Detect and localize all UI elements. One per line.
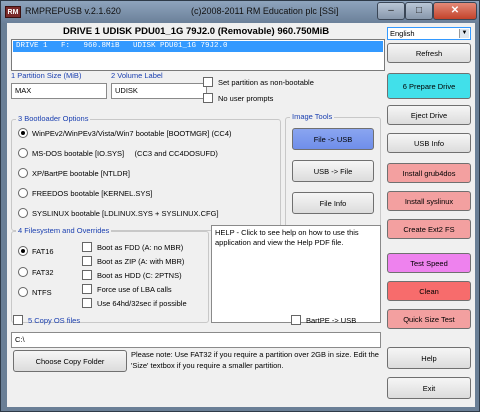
usb-to-file-button[interactable]: USB -> File bbox=[292, 160, 374, 182]
bootloader-group-label: 3 Bootloader Options bbox=[16, 114, 91, 123]
bootloader-option-label: MS-DOS bootable [IO.SYS] (CC3 and CC4DOS… bbox=[32, 148, 218, 158]
bartpe-label: BartPE -> USB bbox=[306, 315, 357, 325]
checkbox-box[interactable] bbox=[291, 315, 301, 325]
image-tools-group: Image Tools File -> USB USB -> File File… bbox=[285, 112, 381, 231]
file-info-button[interactable]: File Info bbox=[292, 192, 374, 214]
fs-option-fat16[interactable]: FAT16 bbox=[18, 246, 54, 256]
app-window: RM RMPREPUSB v.2.1.620 (c)2008-2011 RM E… bbox=[0, 0, 480, 412]
fat32-note: Please note: Use FAT32 if you require a … bbox=[131, 350, 379, 370]
title-bar[interactable]: RM RMPREPUSB v.2.1.620 (c)2008-2011 RM E… bbox=[1, 1, 479, 23]
chevron-down-icon[interactable]: ▼ bbox=[459, 29, 469, 38]
filesystem-group: 4 Filesystem and Overrides FAT16 FAT32 N… bbox=[11, 226, 209, 323]
fs-option-fat32[interactable]: FAT32 bbox=[18, 267, 54, 277]
override-label: Boot as HDD (C: 2PTNS) bbox=[97, 270, 182, 280]
test-speed-button[interactable]: Test Speed bbox=[387, 253, 471, 273]
bootloader-option-label: XP/BartPE bootable [NTLDR] bbox=[32, 168, 130, 178]
radio-button[interactable] bbox=[18, 188, 28, 198]
filesystem-group-label: 4 Filesystem and Overrides bbox=[16, 226, 112, 235]
radio-button[interactable] bbox=[18, 208, 28, 218]
maximize-icon[interactable]: □ bbox=[405, 2, 433, 20]
volume-label-input[interactable]: UDISK bbox=[111, 83, 207, 99]
copy-path-input[interactable]: C:\ bbox=[11, 332, 381, 348]
bartpe-checkbox[interactable]: BartPE -> USB bbox=[291, 315, 356, 325]
override-hdd-checkbox[interactable]: Boot as HDD (C: 2PTNS) bbox=[82, 270, 182, 280]
refresh-button[interactable]: Refresh bbox=[387, 43, 471, 63]
checkbox-box[interactable] bbox=[82, 242, 92, 252]
bootloader-group: 3 Bootloader Options WinPEv2/WinPEv3/Vis… bbox=[11, 114, 281, 231]
help-button[interactable]: Help bbox=[387, 347, 471, 369]
fs-option-label: FAT16 bbox=[32, 246, 54, 256]
override-label: Boot as ZIP (A: with MBR) bbox=[97, 256, 185, 266]
bootloader-option-freedos[interactable]: FREEDOS bootable [KERNEL.SYS] bbox=[18, 188, 152, 198]
partition-size-input[interactable]: MAX bbox=[11, 83, 107, 99]
non-bootable-checkbox[interactable]: Set partition as non-bootable bbox=[203, 77, 314, 87]
image-tools-label: Image Tools bbox=[290, 112, 335, 121]
client-area: DRIVE 1 UDISK PDU01_1G 79J2.0 (Removable… bbox=[7, 23, 475, 407]
file-to-usb-button[interactable]: File -> USB bbox=[292, 128, 374, 150]
language-value: English bbox=[390, 29, 415, 38]
radio-button[interactable] bbox=[18, 287, 28, 297]
install-grub4dos-button[interactable]: Install grub4dos bbox=[387, 163, 471, 183]
prepare-drive-button[interactable]: 6 Prepare Drive bbox=[387, 73, 471, 99]
override-label: Use 64hd/32sec if possible bbox=[97, 298, 187, 308]
partition-size-label: 1 Partition Size (MiB) bbox=[11, 71, 82, 80]
checkbox-box[interactable] bbox=[203, 77, 213, 87]
radio-button[interactable] bbox=[18, 168, 28, 178]
bootloader-option-label: FREEDOS bootable [KERNEL.SYS] bbox=[32, 188, 153, 198]
bootloader-option-label: WinPEv2/WinPEv3/Vista/Win7 bootable [BOO… bbox=[32, 128, 232, 138]
minimize-icon[interactable]: – bbox=[377, 2, 405, 20]
radio-button[interactable] bbox=[18, 128, 28, 138]
bootloader-option-msdos[interactable]: MS-DOS bootable [IO.SYS] (CC3 and CC4DOS… bbox=[18, 148, 218, 158]
drive-list[interactable]: DRIVE 1 F: 960.8MiB UDISK PDU01_1G 79J2.… bbox=[11, 39, 385, 71]
bootloader-option-label: SYSLINUX bootable [LDLINUX.SYS + SYSLINU… bbox=[32, 208, 219, 218]
bootloader-option-syslinux[interactable]: SYSLINUX bootable [LDLINUX.SYS + SYSLINU… bbox=[18, 208, 219, 218]
checkbox-box[interactable] bbox=[82, 256, 92, 266]
override-64hd-checkbox[interactable]: Use 64hd/32sec if possible bbox=[82, 298, 187, 308]
non-bootable-label: Set partition as non-bootable bbox=[218, 77, 314, 87]
window-copyright: (c)2008-2011 RM Education plc [SSi] bbox=[191, 6, 339, 16]
copy-os-checkbox[interactable]: 5 Copy OS files bbox=[13, 315, 80, 325]
checkbox-box[interactable] bbox=[82, 284, 92, 294]
radio-button[interactable] bbox=[18, 246, 28, 256]
exit-button[interactable]: Exit bbox=[387, 377, 471, 399]
window-title: RMPREPUSB v.2.1.620 bbox=[25, 6, 121, 16]
help-textbox[interactable]: HELP - Click to see help on how to use t… bbox=[211, 225, 381, 323]
clean-button[interactable]: Clean bbox=[387, 281, 471, 301]
override-label: Force use of LBA calls bbox=[97, 284, 172, 294]
drive-list-item[interactable]: DRIVE 1 F: 960.8MiB UDISK PDU01_1G 79J2.… bbox=[13, 41, 383, 52]
choose-copy-folder-button[interactable]: Choose Copy Folder bbox=[13, 350, 127, 372]
copy-os-label: 5 Copy OS files bbox=[28, 315, 81, 325]
drive-heading: DRIVE 1 UDISK PDU01_1G 79J2.0 (Removable… bbox=[63, 26, 330, 37]
no-prompts-checkbox[interactable]: No user prompts bbox=[203, 93, 273, 103]
no-prompts-label: No user prompts bbox=[218, 93, 274, 103]
quick-size-test-button[interactable]: Quick Size Test bbox=[387, 309, 471, 329]
create-ext2-button[interactable]: Create Ext2 FS bbox=[387, 219, 471, 239]
checkbox-box[interactable] bbox=[82, 270, 92, 280]
fs-option-ntfs[interactable]: NTFS bbox=[18, 287, 52, 297]
eject-drive-button[interactable]: Eject Drive bbox=[387, 105, 471, 125]
override-fdd-checkbox[interactable]: Boot as FDD (A: no MBR) bbox=[82, 242, 183, 252]
install-syslinux-button[interactable]: Install syslinux bbox=[387, 191, 471, 211]
fs-option-label: FAT32 bbox=[32, 267, 54, 277]
radio-button[interactable] bbox=[18, 267, 28, 277]
volume-label-label: 2 Volume Label bbox=[111, 71, 163, 80]
override-lba-checkbox[interactable]: Force use of LBA calls bbox=[82, 284, 172, 294]
app-icon: RM bbox=[5, 6, 21, 18]
language-select[interactable]: English ▼ bbox=[387, 27, 471, 40]
radio-button[interactable] bbox=[18, 148, 28, 158]
override-label: Boot as FDD (A: no MBR) bbox=[97, 242, 184, 252]
bootloader-option-bootmgr[interactable]: WinPEv2/WinPEv3/Vista/Win7 bootable [BOO… bbox=[18, 128, 232, 138]
close-icon[interactable]: ✕ bbox=[433, 2, 477, 20]
checkbox-box[interactable] bbox=[13, 315, 23, 325]
checkbox-box[interactable] bbox=[82, 298, 92, 308]
checkbox-box[interactable] bbox=[203, 93, 213, 103]
usb-info-button[interactable]: USB Info bbox=[387, 133, 471, 153]
override-zip-checkbox[interactable]: Boot as ZIP (A: with MBR) bbox=[82, 256, 184, 266]
fs-option-label: NTFS bbox=[32, 287, 52, 297]
bootloader-option-ntldr[interactable]: XP/BartPE bootable [NTLDR] bbox=[18, 168, 130, 178]
